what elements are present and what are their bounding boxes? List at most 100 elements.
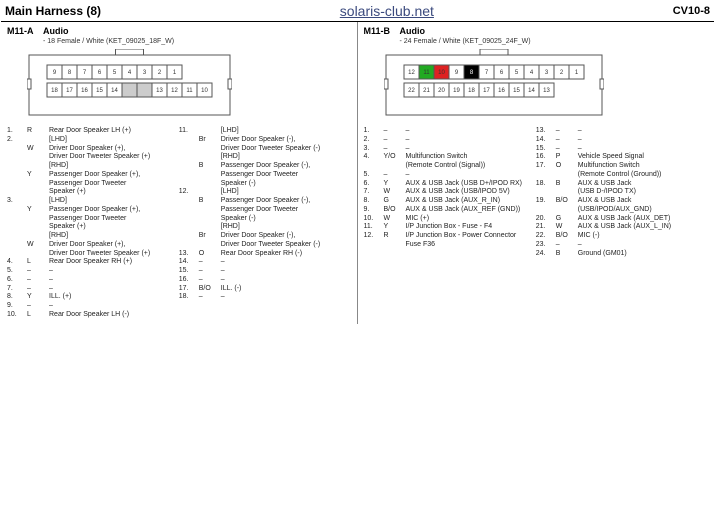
connector-diagram-right: 12111098765432122212019181716151413 — [384, 49, 709, 119]
pin-row: 15.–– — [536, 145, 708, 154]
pin-row: 8.YILL. (+) — [7, 293, 179, 302]
connector-id-left: M11-A — [7, 26, 43, 36]
pin-row: 1.RRear Door Speaker LH (+) — [7, 127, 179, 136]
pin-row: WDriver Door Speaker (+), — [7, 241, 179, 250]
svg-text:18: 18 — [468, 88, 475, 94]
pin-row: Driver Door Tweeter Speaker (+) — [7, 153, 179, 162]
pin-row: (Remote Control (Signal)) — [364, 162, 536, 171]
pin-row: YPassenger Door Speaker (+), — [7, 206, 179, 215]
pin-row: Driver Door Tweeter Speaker (-) — [179, 241, 351, 250]
svg-text:16: 16 — [498, 88, 505, 94]
site-link[interactable]: solaris-club.net — [101, 3, 673, 19]
svg-text:15: 15 — [96, 88, 103, 94]
svg-text:11: 11 — [186, 88, 193, 94]
pin-row: (Remote Control (Ground)) — [536, 171, 708, 180]
pin-row: 12.RI/P Junction Box - Power Connector — [364, 232, 536, 241]
svg-text:10: 10 — [438, 70, 445, 76]
pin-row: Passenger Door Tweeter — [179, 206, 351, 215]
pin-row: 2.[LHD] — [7, 136, 179, 145]
pin-row: 4.LRear Door Speaker RH (+) — [7, 258, 179, 267]
svg-text:21: 21 — [423, 88, 430, 94]
page-code: CV10-8 — [673, 5, 710, 17]
pin-row: 18.BAUX & USB Jack — [536, 180, 708, 189]
pin-row: 6.–– — [7, 276, 179, 285]
pin-row: Speaker (+) — [7, 223, 179, 232]
pin-row: 7.–– — [7, 285, 179, 294]
pin-row: (USB D-/IPOD TX) — [536, 188, 708, 197]
pin-row: 22.B/OMIC (-) — [536, 232, 708, 241]
pin-row: 9.B/OAUX & USB Jack (AUX_REF (GND)) — [364, 206, 536, 215]
svg-text:11: 11 — [423, 70, 430, 76]
pin-row: 16.PVehicle Speed Signal — [536, 153, 708, 162]
pin-row: 19.B/OAUX & USB Jack — [536, 197, 708, 206]
pin-row: Driver Door Tweeter Speaker (-) — [179, 145, 351, 154]
pin-row: 11.YI/P Junction Box - Fuse - F4 — [364, 223, 536, 232]
pin-row: Passenger Door Tweeter — [7, 215, 179, 224]
pin-row: 15.–– — [179, 267, 351, 276]
connector-title-left: Audio — [43, 26, 69, 36]
svg-text:13: 13 — [156, 88, 163, 94]
panel-left: M11-A Audio - 18 Female / White (KET_090… — [1, 22, 358, 324]
svg-text:12: 12 — [171, 88, 178, 94]
pin-row: 12.[LHD] — [179, 188, 351, 197]
svg-text:10: 10 — [201, 88, 208, 94]
pin-row: (USB/IPOD/AUX_GND) — [536, 206, 708, 215]
pin-row: 3.–– — [364, 145, 536, 154]
svg-text:17: 17 — [483, 88, 490, 94]
svg-text:17: 17 — [66, 88, 73, 94]
svg-text:15: 15 — [513, 88, 520, 94]
svg-text:14: 14 — [111, 88, 118, 94]
pin-row: 23.–– — [536, 241, 708, 250]
connector-sub-right: - 24 Female / White (KET_09025_24F_W) — [400, 38, 709, 45]
pin-row: [RHD] — [179, 153, 351, 162]
pin-row: 5.–– — [7, 267, 179, 276]
pin-row: Speaker (-) — [179, 180, 351, 189]
pin-row: YPassenger Door Speaker (+), — [7, 171, 179, 180]
pin-row: 9.–– — [7, 302, 179, 311]
pin-row: 21.WAUX & USB Jack (AUX_L_IN) — [536, 223, 708, 232]
pin-row: Speaker (+) — [7, 188, 179, 197]
pin-row: 4.Y/OMultifunction Switch — [364, 153, 536, 162]
pin-list-right: 1.––2.––3.––4.Y/OMultifunction Switch(Re… — [364, 127, 709, 258]
pin-row: 20.GAUX & USB Jack (AUX_DET) — [536, 215, 708, 224]
svg-text:13: 13 — [543, 88, 550, 94]
pin-row: 11.[LHD] — [179, 127, 351, 136]
pin-row: WDriver Door Speaker (+), — [7, 145, 179, 154]
pin-row: BrDriver Door Speaker (-), — [179, 136, 351, 145]
connector-title-right: Audio — [400, 26, 426, 36]
pin-row: 17.B/OILL. (-) — [179, 285, 351, 294]
connector-sub-left: - 18 Female / White (KET_09025_18F_W) — [43, 38, 351, 45]
svg-text:16: 16 — [81, 88, 88, 94]
pin-row: [RHD] — [179, 223, 351, 232]
pin-row: BrDriver Door Speaker (-), — [179, 232, 351, 241]
pin-list-left: 1.RRear Door Speaker LH (+)2.[LHD]WDrive… — [7, 127, 351, 320]
pin-row: [RHD] — [7, 162, 179, 171]
pin-row: BPassenger Door Speaker (-), — [179, 197, 351, 206]
pin-row: 17.OMultifunction Switch — [536, 162, 708, 171]
pin-row: 13.ORear Door Speaker RH (-) — [179, 250, 351, 259]
page-title: Main Harness (8) — [5, 4, 101, 18]
pin-row: Passenger Door Tweeter — [179, 171, 351, 180]
connector-id-right: M11-B — [364, 26, 400, 36]
svg-text:18: 18 — [51, 88, 58, 94]
pin-row: 3.[LHD] — [7, 197, 179, 206]
header: Main Harness (8) solaris-club.net CV10-8 — [1, 1, 714, 22]
pin-row: 8.GAUX & USB Jack (AUX_R_IN) — [364, 197, 536, 206]
pin-row: 2.–– — [364, 136, 536, 145]
svg-text:22: 22 — [408, 88, 415, 94]
pin-row: 13.–– — [536, 127, 708, 136]
pin-row: 10.LRear Door Speaker LH (-) — [7, 311, 179, 320]
pin-row: Passenger Door Tweeter — [7, 180, 179, 189]
pin-row: 24.BGround (GM01) — [536, 250, 708, 259]
connector-diagram-left: 987654321181716151413121110 — [27, 49, 351, 119]
pin-row: 5.–– — [364, 171, 536, 180]
pin-row: Fuse F36 — [364, 241, 536, 250]
pin-row: BPassenger Door Speaker (-), — [179, 162, 351, 171]
panels: M11-A Audio - 18 Female / White (KET_090… — [1, 22, 714, 324]
pin-row: 10.WMIC (+) — [364, 215, 536, 224]
pin-row: 14.–– — [536, 136, 708, 145]
pin-row: 14.–– — [179, 258, 351, 267]
pin-row: 16.–– — [179, 276, 351, 285]
pin-row: 7.WAUX & USB Jack (USB/IPOD 5V) — [364, 188, 536, 197]
pin-row: [RHD] — [7, 232, 179, 241]
